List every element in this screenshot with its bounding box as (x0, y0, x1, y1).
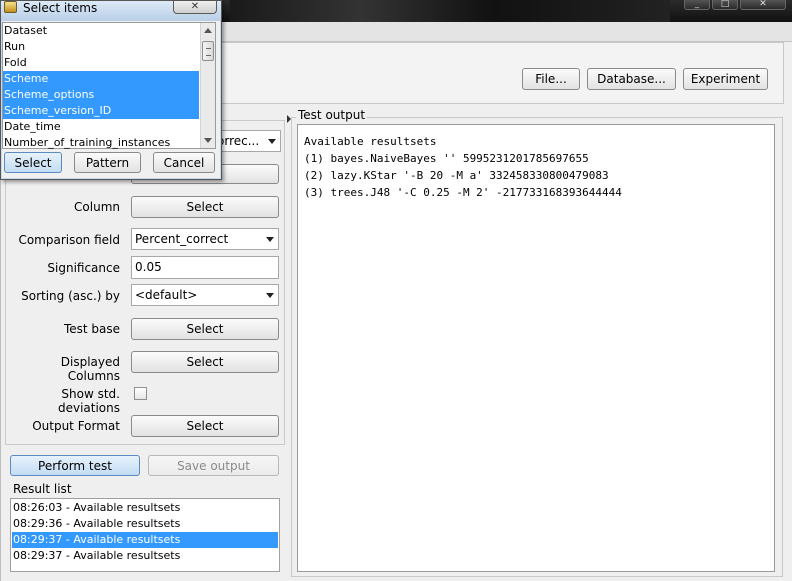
items-list-item-selected[interactable]: Scheme_options (3, 87, 199, 103)
items-list-item-selected[interactable]: Scheme (3, 71, 199, 87)
comparison-field-label: Comparison field (18, 233, 120, 247)
perform-test-button[interactable]: Perform test (10, 455, 140, 476)
output-line: (3) trees.J48 '-C 0.25 -M 2' -2177331683… (304, 186, 622, 199)
minimize-icon[interactable]: _ (684, 0, 710, 10)
chevron-down-icon (266, 293, 274, 298)
show-std-deviations-checkbox[interactable] (134, 387, 147, 400)
output-line: (1) bayes.NaiveBayes '' 5995231201785697… (304, 152, 589, 165)
experiment-button[interactable]: Experiment (683, 68, 768, 90)
row-select-combo-value: orrec... (217, 134, 260, 148)
maximize-icon[interactable]: □ (712, 0, 738, 10)
database-button[interactable]: Database... (587, 68, 676, 90)
result-list-item[interactable]: 08:26:03 - Available resultsets (12, 500, 278, 516)
chevron-down-icon (266, 237, 274, 242)
displayed-columns-label: Displayed Columns (60, 355, 120, 383)
result-list-item[interactable]: 08:29:36 - Available resultsets (12, 516, 278, 532)
displayed-columns-select-button[interactable]: Select (131, 351, 279, 373)
significance-label: Significance (47, 261, 120, 275)
scroll-thumb[interactable] (202, 41, 214, 61)
test-output-text[interactable]: Available resultsets (1) bayes.NaiveBayes… (297, 124, 775, 572)
close-icon[interactable]: ✕ (740, 0, 786, 10)
output-format-select-button[interactable]: Select (131, 415, 279, 437)
chevron-down-icon (268, 139, 276, 144)
result-list-item-selected[interactable]: 08:29:37 - Available resultsets (12, 532, 278, 548)
save-output-button[interactable]: Save output (148, 455, 279, 476)
output-format-label: Output Format (32, 419, 120, 433)
show-std-deviations-label: Show std. deviations (57, 387, 120, 415)
dialog-cancel-button[interactable]: Cancel (153, 152, 215, 173)
items-list[interactable]: Dataset Run Fold Scheme Scheme_options S… (2, 22, 216, 149)
file-button[interactable]: File... (522, 68, 580, 90)
test-base-select-button[interactable]: Select (131, 318, 279, 340)
items-list-item[interactable]: Fold (3, 55, 199, 71)
output-line: (2) lazy.KStar '-B 20 -M a' 332458330800… (304, 169, 609, 182)
items-list-item[interactable]: Dataset (3, 23, 199, 39)
tab-strip (222, 22, 792, 42)
row-select-combo[interactable]: orrec... (213, 130, 281, 152)
comparison-field-combo[interactable]: Percent_correct (131, 228, 279, 250)
test-base-label: Test base (63, 322, 120, 336)
sorting-value: <default> (135, 288, 198, 302)
source-panel: File... Database... Experiment (222, 42, 784, 104)
significance-input[interactable]: 0.05 (131, 256, 279, 279)
items-list-scrollbar[interactable] (200, 23, 215, 148)
dialog-close-icon[interactable]: ✕ (173, 1, 217, 14)
dialog-title: Select items (23, 1, 98, 15)
column-select-button[interactable]: Select (131, 196, 279, 218)
items-list-item[interactable]: Number_of_training_instances (3, 135, 199, 151)
comparison-field-value: Percent_correct (135, 232, 229, 246)
titlebar-background (230, 0, 670, 22)
java-app-icon (4, 1, 17, 13)
dialog-pattern-button[interactable]: Pattern (74, 152, 141, 173)
test-output-title: Test output (296, 108, 368, 122)
sorting-combo[interactable]: <default> (131, 284, 279, 306)
scroll-up-icon[interactable] (204, 28, 212, 33)
dialog-titlebar: Select items ✕ (1, 1, 221, 21)
items-list-item-selected[interactable]: Scheme_version_ID (3, 103, 199, 119)
select-items-dialog: Select items ✕ Dataset Run Fold Scheme S… (0, 0, 222, 180)
result-list[interactable]: 08:26:03 - Available resultsets 08:29:36… (10, 498, 280, 572)
sorting-label: Sorting (asc.) by (21, 289, 120, 303)
scroll-down-icon[interactable] (204, 138, 212, 143)
dialog-select-button[interactable]: Select (4, 152, 62, 173)
output-line: Available resultsets (304, 135, 437, 148)
items-list-item[interactable]: Run (3, 39, 199, 55)
dialog-body: Dataset Run Fold Scheme Scheme_options S… (2, 21, 220, 178)
result-list-title: Result list (13, 482, 72, 496)
result-list-item[interactable]: 08:29:37 - Available resultsets (12, 548, 278, 564)
items-list-item[interactable]: Date_time (3, 119, 199, 135)
column-label: Column (74, 200, 120, 214)
